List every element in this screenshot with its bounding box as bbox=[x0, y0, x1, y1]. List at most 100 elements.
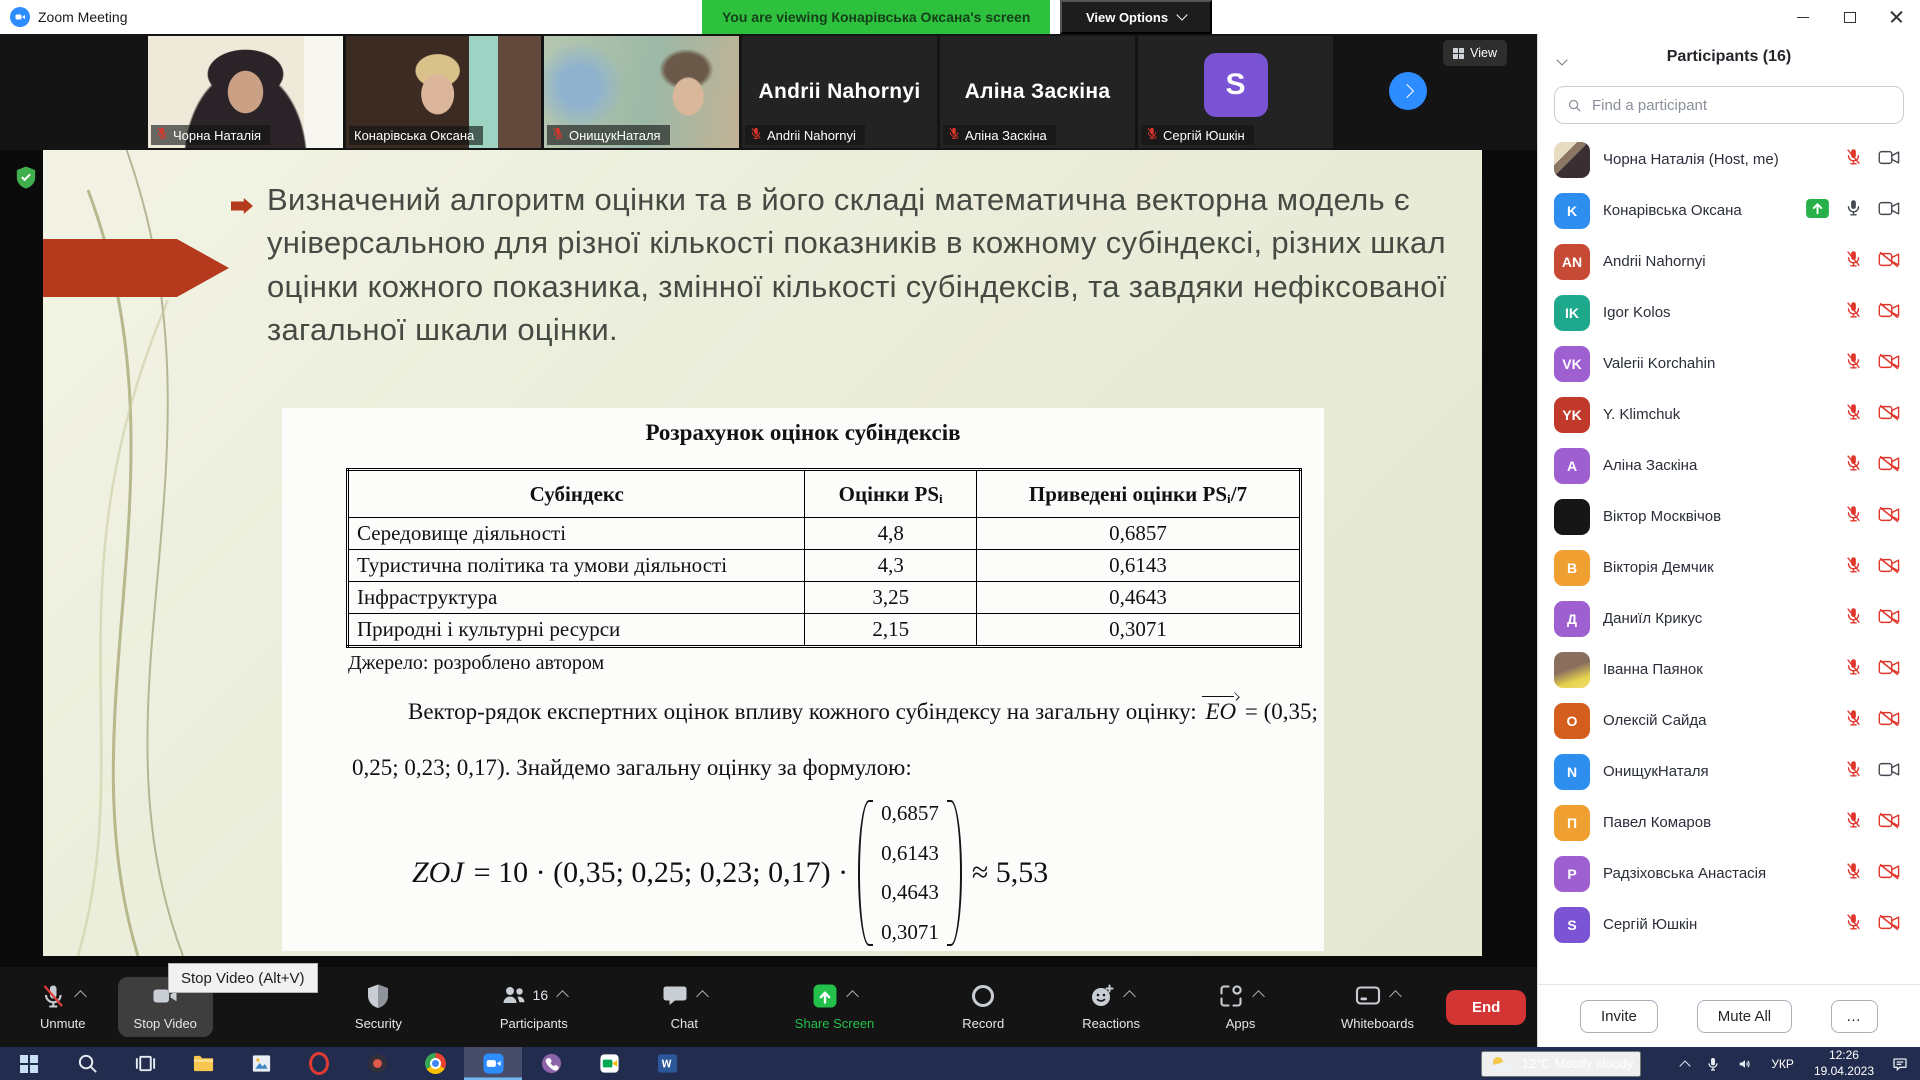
weather-widget[interactable]: 12°C Mostly cloudy bbox=[1481, 1051, 1641, 1077]
participant-row[interactable]: S Сергій Юшкін bbox=[1538, 899, 1920, 950]
video-thumbnail[interactable]: Чорна Наталія bbox=[148, 36, 343, 148]
zoom-taskbar-button[interactable] bbox=[464, 1047, 522, 1080]
video-thumbnail[interactable]: Andrii Nahornyi Andrii Nahornyi bbox=[742, 36, 937, 148]
view-options-button[interactable]: View Options bbox=[1060, 0, 1212, 34]
viber-icon bbox=[540, 1052, 563, 1075]
table-cell: Інфраструктура bbox=[348, 582, 805, 614]
participant-row[interactable]: B Вікторія Демчик bbox=[1538, 542, 1920, 593]
toolbar-record-button[interactable]: Record bbox=[956, 979, 1010, 1035]
action-center-icon[interactable] bbox=[1890, 1056, 1910, 1072]
toolbar-unmute-button[interactable]: Unmute bbox=[34, 979, 92, 1035]
chevron-up-icon[interactable] bbox=[556, 990, 569, 1003]
table-title: Розрахунок оцінок субіндексів bbox=[282, 420, 1324, 446]
video-thumbnail[interactable]: S Сергій Юшкін bbox=[1138, 36, 1333, 148]
table-source-note: Джерело: розроблено автором bbox=[348, 652, 604, 675]
mute-all-button[interactable]: Mute All bbox=[1697, 1000, 1792, 1033]
opera-taskbar-button[interactable] bbox=[290, 1047, 348, 1080]
camera-status-icon bbox=[1878, 353, 1900, 375]
show-hidden-icons-button[interactable] bbox=[1679, 1058, 1691, 1070]
table-cell: 0,3071 bbox=[976, 614, 1300, 647]
more-options-button[interactable]: … bbox=[1831, 1000, 1878, 1033]
search-taskbar-button[interactable] bbox=[58, 1047, 116, 1080]
participant-row[interactable]: VK Valerii Korchahin bbox=[1538, 338, 1920, 389]
participant-row[interactable]: AN Andrii Nahornyi bbox=[1538, 236, 1920, 287]
participant-row[interactable]: A Аліна Заскіна bbox=[1538, 440, 1920, 491]
participant-row[interactable]: Іванна Паянок bbox=[1538, 644, 1920, 695]
participant-row[interactable]: Віктор Москвічов bbox=[1538, 491, 1920, 542]
avatar: B bbox=[1554, 550, 1590, 586]
avatar: YK bbox=[1554, 397, 1590, 433]
share-screen-icon bbox=[812, 983, 838, 1012]
slide-formula: ZOJ = 10 · (0,35; 0,25; 0,23; 0,17) · 0,… bbox=[412, 800, 1048, 946]
language-indicator[interactable]: УКР bbox=[1767, 1057, 1798, 1071]
word-taskbar-button[interactable] bbox=[638, 1047, 696, 1080]
browser-taskbar-button[interactable] bbox=[348, 1047, 406, 1080]
invite-button[interactable]: Invite bbox=[1580, 1000, 1658, 1033]
view-layout-button[interactable]: View bbox=[1443, 40, 1507, 66]
zoom-logo-icon bbox=[10, 7, 30, 27]
video-thumbnail[interactable]: Конарівська Оксана bbox=[346, 36, 541, 148]
start-taskbar-button[interactable] bbox=[0, 1047, 58, 1080]
search-input[interactable] bbox=[1590, 96, 1891, 115]
chevron-up-icon[interactable] bbox=[74, 990, 87, 1003]
meet-taskbar-button[interactable] bbox=[580, 1047, 638, 1080]
toolbar-participants-button[interactable]: 16 Participants bbox=[494, 979, 574, 1035]
chevron-up-icon[interactable] bbox=[1389, 990, 1402, 1003]
minimize-button[interactable] bbox=[1779, 0, 1826, 34]
shield-icon bbox=[365, 983, 391, 1012]
next-videos-button[interactable] bbox=[1389, 72, 1427, 110]
vector-value: 0,6143 bbox=[881, 843, 939, 864]
chevron-up-icon[interactable] bbox=[846, 990, 859, 1003]
viber-taskbar-button[interactable] bbox=[522, 1047, 580, 1080]
participant-row[interactable]: P Радзіховська Анастасія bbox=[1538, 848, 1920, 899]
collapse-panel-button[interactable] bbox=[1554, 48, 1570, 71]
toolbar-security-button[interactable]: Security bbox=[349, 979, 408, 1035]
shared-screen-area: Визначений алгоритм оцінки та в його скл… bbox=[0, 150, 1537, 967]
end-meeting-button[interactable]: End bbox=[1446, 990, 1526, 1025]
record-icon bbox=[970, 983, 996, 1012]
participant-row[interactable]: О Олексій Сайда bbox=[1538, 695, 1920, 746]
weather-icon bbox=[1489, 1054, 1515, 1074]
thumbnail-name-badge: Чорна Наталія bbox=[151, 125, 270, 145]
participant-row[interactable]: Д Даниїл Крикус bbox=[1538, 593, 1920, 644]
participants-title: Participants (16) bbox=[1667, 48, 1791, 66]
close-button[interactable] bbox=[1873, 0, 1920, 34]
panel-footer: Invite Mute All … bbox=[1538, 984, 1920, 1047]
toolbar-reactions-button[interactable]: Reactions bbox=[1076, 979, 1146, 1035]
mic-status-icon bbox=[1845, 811, 1862, 834]
chevron-up-icon[interactable] bbox=[1123, 990, 1136, 1003]
participant-row[interactable]: IK Igor Kolos bbox=[1538, 287, 1920, 338]
participant-name: Даниїл Крикус bbox=[1603, 610, 1832, 627]
volume-icon[interactable] bbox=[1735, 1056, 1755, 1072]
meet-icon bbox=[598, 1052, 621, 1075]
toolbar-apps-button[interactable]: Apps bbox=[1212, 979, 1269, 1035]
participant-row[interactable]: YK Y. Klimchuk bbox=[1538, 389, 1920, 440]
file-explorer-taskbar-button[interactable] bbox=[174, 1047, 232, 1080]
vector-value: 0,6857 bbox=[881, 803, 939, 824]
participants-icon bbox=[501, 983, 527, 1012]
maximize-button[interactable] bbox=[1826, 0, 1873, 34]
participant-row[interactable]: N ОнищукНаталя bbox=[1538, 746, 1920, 797]
video-thumbnail[interactable]: ОнищукНаталя bbox=[544, 36, 739, 148]
participant-row[interactable]: K Конарівська Оксана bbox=[1538, 185, 1920, 236]
camera-status-icon bbox=[1878, 251, 1900, 273]
video-thumbnail[interactable]: Аліна Заскіна Аліна Заскіна bbox=[940, 36, 1135, 148]
chevron-up-icon[interactable] bbox=[1252, 990, 1265, 1003]
avatar: S bbox=[1204, 53, 1268, 117]
zoom-icon bbox=[482, 1052, 505, 1075]
task-view-taskbar-button[interactable] bbox=[116, 1047, 174, 1080]
tray-mic-icon[interactable] bbox=[1703, 1056, 1723, 1072]
search-icon bbox=[76, 1052, 99, 1075]
photos-taskbar-button[interactable] bbox=[232, 1047, 290, 1080]
taskbar-clock[interactable]: 12:26 19.04.2023 bbox=[1810, 1048, 1878, 1079]
toolbar-share-screen-button[interactable]: Share Screen bbox=[789, 979, 881, 1035]
window-title: Zoom Meeting bbox=[38, 9, 127, 25]
chevron-up-icon[interactable] bbox=[696, 990, 709, 1003]
toolbar-whiteboards-button[interactable]: Whiteboards bbox=[1335, 979, 1420, 1035]
chrome-taskbar-button[interactable] bbox=[406, 1047, 464, 1080]
participant-row[interactable]: П Павел Комаров bbox=[1538, 797, 1920, 848]
vector-value: 0,4643 bbox=[881, 882, 939, 903]
participant-row[interactable]: Чорна Наталія (Host, me) bbox=[1538, 134, 1920, 185]
avatar: A bbox=[1554, 448, 1590, 484]
toolbar-chat-button[interactable]: Chat bbox=[656, 979, 713, 1035]
